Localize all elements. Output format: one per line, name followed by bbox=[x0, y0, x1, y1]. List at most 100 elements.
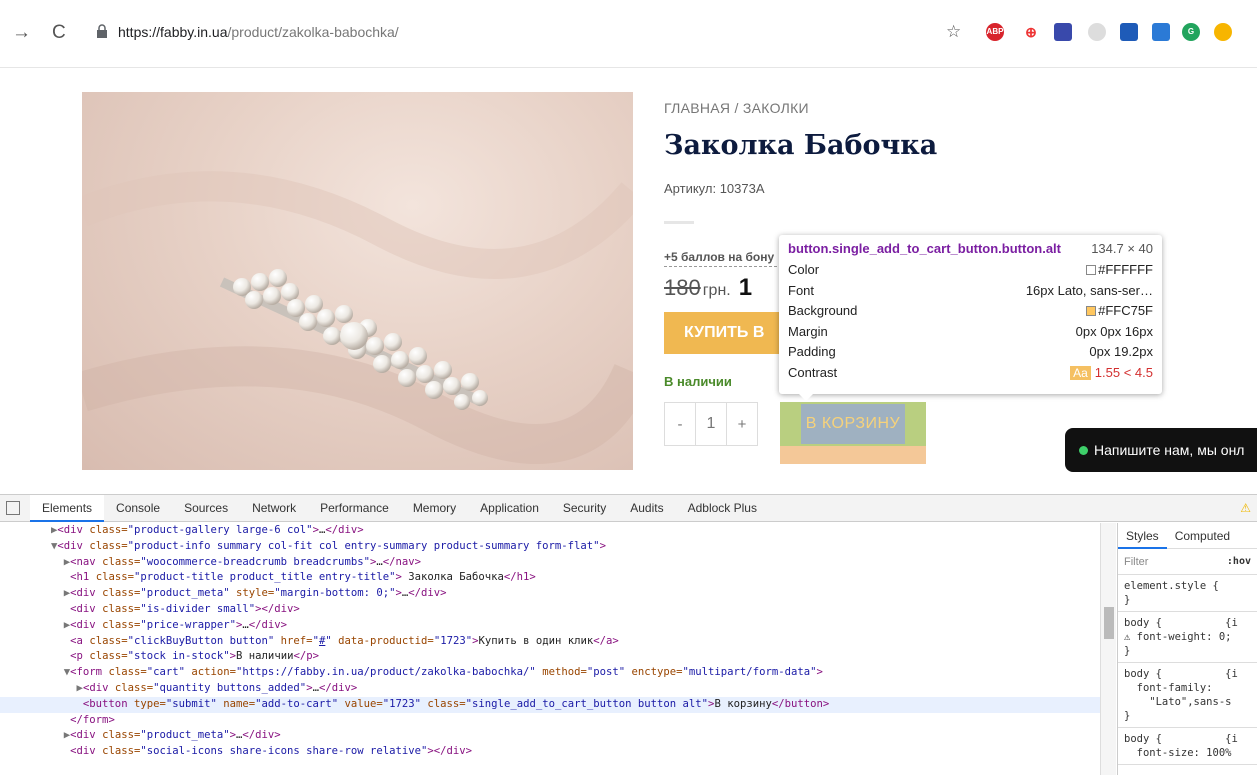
adblock-plus-icon[interactable]: ABP bbox=[986, 23, 1004, 41]
dom-line[interactable]: ▶<div class="product_meta" style="margin… bbox=[0, 586, 1100, 602]
tooltip-row-color: Color #FFFFFF bbox=[788, 262, 1153, 283]
devtools-tabs: Elements Console Sources Network Perform… bbox=[0, 494, 1257, 522]
buy-one-click-button[interactable]: КУПИТЬ В bbox=[664, 312, 779, 354]
contrast-badge: Aa bbox=[1070, 365, 1091, 380]
grammarly-icon[interactable]: G bbox=[1182, 23, 1200, 41]
tooltip-row-background: Background #FFC75F bbox=[788, 303, 1153, 324]
tooltip-row-margin: Margin 0px 0px 16px bbox=[788, 324, 1153, 345]
bookmark-star-icon[interactable]: ☆ bbox=[946, 22, 961, 42]
style-rule[interactable]: body { {i font-family: "Lato",sans-s } bbox=[1118, 663, 1257, 728]
extension-book-icon[interactable] bbox=[1054, 23, 1072, 41]
inspect-element-icon[interactable] bbox=[6, 501, 20, 515]
dom-line[interactable]: ▶<div class="quantity buttons_added">…</… bbox=[0, 681, 1100, 697]
tab-security[interactable]: Security bbox=[551, 495, 618, 522]
product-image[interactable] bbox=[82, 92, 633, 470]
qty-minus-button[interactable]: - bbox=[665, 403, 695, 445]
extension-flower-icon[interactable] bbox=[1214, 23, 1232, 41]
tooltip-row-font: Font 16px Lato, sans-ser… bbox=[788, 283, 1153, 304]
dom-line[interactable]: ▶<nav class="woocommerce-breadcrumb brea… bbox=[0, 555, 1100, 571]
forward-icon[interactable]: → bbox=[12, 22, 31, 44]
tab-audits[interactable]: Audits bbox=[618, 495, 675, 522]
tab-computed[interactable]: Computed bbox=[1167, 529, 1238, 543]
row-value: 0px 0px 16px bbox=[1075, 323, 1153, 339]
warning-icon[interactable]: ⚠ bbox=[1240, 501, 1251, 515]
dom-line[interactable]: ▶<div class="product_meta">…</div> bbox=[0, 728, 1100, 744]
tab-application[interactable]: Application bbox=[468, 495, 551, 522]
row-value: #FFC75F bbox=[1098, 303, 1153, 318]
dom-line[interactable]: ▼<form class="cart" action="https://fabb… bbox=[0, 665, 1100, 681]
dom-line[interactable]: </form> bbox=[0, 713, 1100, 729]
inspector-tooltip: button.single_add_to_cart_button.button.… bbox=[779, 235, 1162, 401]
dom-line-selected[interactable]: <button type="submit" name="add-to-cart"… bbox=[0, 696, 1100, 713]
divider bbox=[664, 221, 694, 224]
dom-line[interactable]: ▶<div class="price-wrapper">…</div> bbox=[0, 618, 1100, 634]
reload-icon[interactable]: C bbox=[52, 22, 66, 44]
tab-sources[interactable]: Sources bbox=[172, 495, 240, 522]
tooltip-dimensions: 134.7 × 40 bbox=[1091, 241, 1153, 256]
dom-tree[interactable]: ▶<div class="product-gallery large-6 col… bbox=[0, 523, 1100, 775]
style-rule[interactable]: body { {i font-size: 100% bbox=[1118, 728, 1257, 765]
quantity-stepper[interactable]: - 1 + bbox=[664, 402, 758, 446]
row-value: 1.55 < 4.5 bbox=[1094, 364, 1153, 380]
color-swatch-icon bbox=[1086, 265, 1097, 275]
row-label: Font bbox=[788, 282, 815, 298]
address-bar[interactable]: https://fabby.in.ua/product/zakolka-babo… bbox=[118, 24, 399, 40]
extension-arrow-icon[interactable] bbox=[1120, 23, 1138, 41]
price: 180 грн. 1 bbox=[664, 274, 752, 302]
dom-line[interactable]: <div class="is-divider small"></div> bbox=[0, 602, 1100, 618]
extension-moon-icon[interactable] bbox=[1088, 23, 1106, 41]
styles-pane: Styles Computed Filter :hov element.style… bbox=[1117, 523, 1257, 775]
row-value: #FFFFFF bbox=[1098, 262, 1153, 277]
qty-plus-button[interactable]: + bbox=[727, 403, 757, 445]
current-price: 1 bbox=[738, 274, 753, 301]
url-host: https://fabby.in.ua bbox=[118, 24, 228, 40]
pearl-hairclip-image bbox=[82, 171, 633, 464]
tab-console[interactable]: Console bbox=[104, 495, 172, 522]
tab-elements[interactable]: Elements bbox=[30, 494, 105, 522]
lock-icon bbox=[97, 24, 107, 38]
tab-performance[interactable]: Performance bbox=[308, 495, 401, 522]
online-status-icon bbox=[1079, 446, 1088, 455]
tooltip-row-contrast: Contrast Aa 1.55 < 4.5 bbox=[788, 365, 1153, 386]
tab-network[interactable]: Network bbox=[240, 495, 308, 522]
dom-line[interactable]: <p class="stock in-stock">В наличии</p> bbox=[0, 649, 1100, 665]
bonus-points-link[interactable]: +5 баллов на бону bbox=[664, 250, 782, 267]
extension-cross-icon[interactable]: ⊕ bbox=[1022, 23, 1040, 41]
dom-line[interactable]: <a class="clickBuyButton button" href="#… bbox=[0, 634, 1100, 650]
row-value: 0px 19.2px bbox=[1089, 344, 1153, 359]
margin-bottom-overlay bbox=[780, 446, 926, 464]
product-summary: ГЛАВНАЯ / ЗАКОЛКИ Заколка Бабочка Артику… bbox=[664, 100, 1257, 464]
add-to-cart-highlight: В КОРЗИНУ bbox=[780, 402, 926, 464]
background-swatch-icon bbox=[1086, 306, 1097, 316]
chat-widget[interactable]: Напишите нам, мы онл bbox=[1065, 428, 1257, 472]
style-rule[interactable]: element.style { } bbox=[1118, 575, 1257, 612]
tooltip-row-padding: Padding 0px 19.2px bbox=[788, 344, 1153, 365]
row-label: Contrast bbox=[788, 364, 838, 380]
styles-filter[interactable]: Filter :hov bbox=[1118, 549, 1257, 575]
dom-line[interactable]: <div class="social-icons share-icons sha… bbox=[0, 744, 1100, 760]
filter-input[interactable]: Filter bbox=[1124, 556, 1148, 568]
tab-adblock-plus[interactable]: Adblock Plus bbox=[676, 495, 769, 522]
tab-memory[interactable]: Memory bbox=[401, 495, 468, 522]
hov-toggle[interactable]: :hov bbox=[1227, 556, 1251, 567]
qty-input[interactable]: 1 bbox=[695, 403, 727, 445]
old-price: 180 bbox=[664, 275, 701, 300]
extension-figure-icon[interactable] bbox=[1152, 23, 1170, 41]
row-value: 16px Lato, sans-ser… bbox=[1025, 282, 1153, 298]
breadcrumb[interactable]: ГЛАВНАЯ / ЗАКОЛКИ bbox=[664, 100, 1257, 116]
url-path: /product/zakolka-babochka/ bbox=[227, 24, 399, 40]
add-to-cart-button[interactable]: В КОРЗИНУ bbox=[801, 404, 905, 444]
product-title: Заколка Бабочка bbox=[664, 130, 938, 161]
row-label: Color bbox=[788, 262, 820, 277]
row-label: Padding bbox=[788, 344, 836, 359]
tab-styles[interactable]: Styles bbox=[1118, 523, 1167, 549]
dom-scrollbar[interactable] bbox=[1100, 523, 1116, 775]
tooltip-selector: button.single_add_to_cart_button.button.… bbox=[788, 241, 1061, 256]
scrollbar-thumb[interactable] bbox=[1104, 607, 1114, 639]
devtools-panel: Elements Console Sources Network Perform… bbox=[0, 494, 1257, 775]
row-label: Background bbox=[788, 303, 858, 318]
style-rule[interactable]: body { {i ⚠ font-weight: 0; } bbox=[1118, 612, 1257, 663]
dom-line[interactable]: ▶<div class="product-gallery large-6 col… bbox=[0, 523, 1100, 539]
dom-line[interactable]: ▼<div class="product-info summary col-fi… bbox=[0, 539, 1100, 555]
dom-line[interactable]: <h1 class="product-title product_title e… bbox=[0, 570, 1100, 586]
